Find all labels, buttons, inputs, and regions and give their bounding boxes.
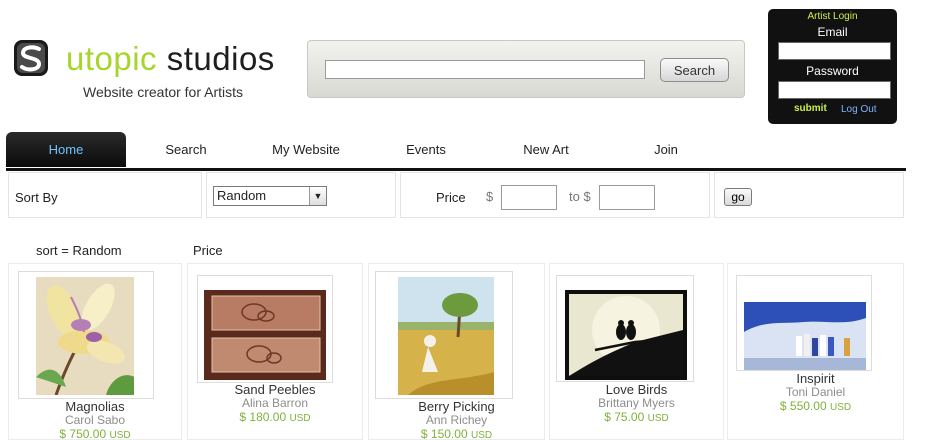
- price-status: Price: [193, 243, 223, 258]
- price-amount: $ 75.00: [604, 410, 645, 424]
- search-input[interactable]: [325, 60, 645, 79]
- search-button[interactable]: Search: [660, 58, 729, 82]
- product-title[interactable]: Berry Picking: [369, 399, 544, 414]
- logo-word-studios: studios: [166, 40, 275, 77]
- product-image-sand-peebles[interactable]: [204, 290, 326, 380]
- sort-label-cell: Sort By: [8, 172, 202, 218]
- price-currency: USD: [470, 430, 493, 441]
- price-range-cell: Price $ to $: [400, 172, 710, 218]
- price-amount: $ 150.00: [420, 427, 468, 441]
- product-title[interactable]: Magnolias: [9, 399, 181, 414]
- product-price: $ 750.00 USD: [9, 427, 181, 441]
- product-card[interactable]: Berry Picking Ann Richey $ 150.00 USD: [368, 263, 545, 441]
- product-image-frame[interactable]: [556, 275, 694, 382]
- product-image-frame[interactable]: [736, 275, 872, 371]
- tagline: Website creator for Artists: [83, 84, 244, 100]
- sort-select[interactable]: Random ▼: [213, 186, 327, 206]
- tab-home[interactable]: Home: [6, 132, 126, 167]
- product-artist: Brittany Myers: [598, 396, 675, 410]
- product-title[interactable]: Sand Peebles: [188, 382, 362, 397]
- email-field[interactable]: [778, 42, 891, 60]
- product-card[interactable]: Magnolias Carol Sabo $ 750.00 USD: [8, 263, 182, 441]
- price-currency: USD: [289, 413, 311, 424]
- min-price-input[interactable]: [501, 185, 557, 210]
- price-amount: $ 180.00: [239, 410, 287, 424]
- email-label: Email: [817, 25, 848, 39]
- to-label: to $: [569, 189, 591, 204]
- product-price: $ 75.00 USD: [550, 410, 723, 424]
- product-price: $ 180.00 USD: [188, 410, 362, 424]
- product-image-frame[interactable]: [197, 275, 333, 383]
- filter-bar: Sort By Random ▼ Price $ to $ go: [6, 172, 906, 218]
- site-logo[interactable]: utopic studios Website creator for Artis…: [12, 38, 282, 108]
- price-amount: $ 550.00: [779, 399, 827, 413]
- currency-symbol: $: [486, 189, 494, 204]
- product-card[interactable]: Love Birds Brittany Myers $ 75.00 USD: [549, 263, 724, 440]
- product-price: $ 150.00 USD: [369, 427, 544, 441]
- product-price: $ 550.00 USD: [728, 399, 903, 413]
- product-image-magnolias[interactable]: [36, 277, 134, 395]
- tab-events[interactable]: Events: [386, 132, 466, 167]
- price-currency: USD: [109, 430, 131, 441]
- logout-link[interactable]: Log Out: [841, 104, 877, 115]
- product-card[interactable]: Inspirit Toni Daniel $ 550.00 USD: [727, 263, 904, 440]
- product-artist: Toni Daniel: [785, 385, 846, 399]
- product-card[interactable]: Sand Peebles Alina Barron $ 180.00 USD: [187, 263, 363, 440]
- price-currency: USD: [647, 413, 669, 424]
- go-cell: go: [714, 172, 904, 218]
- login-title: Artist Login: [807, 11, 858, 22]
- product-artist: Ann Richey: [425, 413, 488, 427]
- artist-login-box: Artist Login Email Password submit Log O…: [768, 9, 897, 124]
- tab-search[interactable]: Search: [146, 132, 226, 167]
- product-title[interactable]: Inspirit: [728, 371, 903, 386]
- price-amount: $ 750.00: [59, 427, 107, 441]
- product-image-inspirit[interactable]: [744, 302, 866, 370]
- sort-select-cell: Random ▼: [206, 172, 396, 218]
- logo-word-utopic: utopic: [66, 40, 158, 77]
- main-nav: Home Search My Website Events New Art Jo…: [6, 132, 906, 171]
- sort-select-value: Random: [217, 188, 267, 203]
- sort-status: sort = Random: [36, 243, 122, 258]
- product-image-berry-picking[interactable]: [398, 277, 494, 395]
- product-artist: Carol Sabo: [64, 413, 126, 427]
- max-price-input[interactable]: [599, 185, 655, 210]
- product-image-love-birds[interactable]: [565, 290, 687, 380]
- price-currency: USD: [829, 402, 852, 413]
- go-button[interactable]: go: [724, 188, 752, 206]
- submit-button[interactable]: submit: [794, 103, 827, 114]
- tab-new-art[interactable]: New Art: [506, 132, 586, 167]
- chevron-down-icon[interactable]: ▼: [309, 187, 326, 205]
- product-image-frame[interactable]: [18, 271, 154, 399]
- logo-s-icon: [14, 40, 48, 76]
- sort-by-label: Sort By: [15, 190, 58, 205]
- product-image-frame[interactable]: [375, 271, 513, 399]
- price-label: Price: [436, 190, 466, 205]
- password-field[interactable]: [778, 81, 891, 99]
- logo-text: utopic studios: [66, 40, 275, 78]
- tab-join[interactable]: Join: [626, 132, 706, 167]
- tab-my-website[interactable]: My Website: [261, 132, 351, 167]
- password-label: Password: [806, 64, 859, 78]
- product-artist: Alina Barron: [241, 396, 309, 410]
- product-title[interactable]: Love Birds: [550, 382, 723, 397]
- search-panel: Search: [307, 40, 745, 98]
